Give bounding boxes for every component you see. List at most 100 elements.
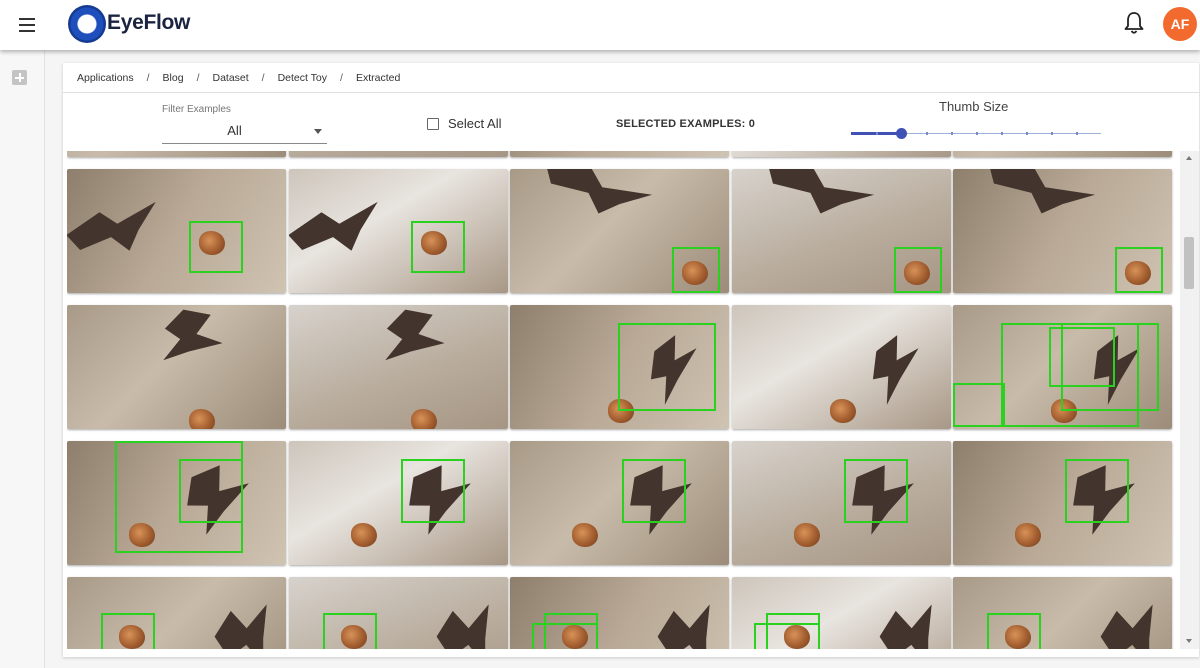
- example-thumbnail[interactable]: [953, 151, 1172, 157]
- bell-icon[interactable]: [1122, 10, 1146, 36]
- slider-thumb[interactable]: [896, 128, 907, 139]
- scroll-down-arrow-icon[interactable]: [1186, 639, 1192, 643]
- toy-shape: [1015, 523, 1041, 547]
- slider-step-mark: [1076, 132, 1078, 135]
- example-thumbnail[interactable]: [288, 305, 508, 429]
- bounding-box: [410, 221, 465, 273]
- thumbnail-image: [953, 441, 1172, 565]
- example-thumbnail[interactable]: [67, 441, 286, 565]
- bounding-box: [622, 459, 686, 523]
- example-thumbnail[interactable]: [953, 305, 1172, 429]
- thumbnail-image: [510, 441, 729, 565]
- bounding-box: [101, 613, 155, 649]
- thumbnail-image: [953, 151, 1172, 157]
- breadcrumb-applications[interactable]: Applications: [77, 72, 134, 84]
- filter-examples-select[interactable]: All: [162, 119, 327, 144]
- breadcrumb: Applications / Blog / Dataset / Detect Toy / Ext…: [77, 72, 400, 84]
- bounding-box: [672, 247, 720, 293]
- breadcrumb-separator: /: [261, 72, 265, 84]
- toy-shape: [572, 523, 598, 547]
- slider-step-mark: [926, 132, 928, 135]
- example-thumbnail[interactable]: [953, 577, 1172, 649]
- bounding-box: [1065, 459, 1129, 523]
- example-thumbnail[interactable]: [731, 577, 951, 649]
- bounding-box: [532, 623, 598, 649]
- toy-shape: [410, 409, 437, 429]
- thumbnail-image: [288, 151, 508, 157]
- dataset-panel: Applications / Blog / Dataset / Detect Toy / Ext…: [63, 63, 1199, 657]
- bounding-box: [322, 613, 377, 649]
- slider-step-mark: [1001, 132, 1003, 135]
- left-sidebar: [0, 50, 45, 668]
- example-thumbnail[interactable]: [731, 169, 951, 293]
- thumbnail-image: [288, 441, 508, 565]
- thumbnail-image: [731, 151, 951, 157]
- example-thumbnail[interactable]: [67, 305, 286, 429]
- toy-shape: [350, 523, 377, 547]
- example-thumbnail[interactable]: [731, 305, 951, 429]
- slider-step-mark: [1051, 132, 1053, 135]
- thumbnail-image: [731, 441, 951, 565]
- example-thumbnail[interactable]: [510, 169, 729, 293]
- example-thumbnail[interactable]: [288, 441, 508, 565]
- eyeflow-logo-icon[interactable]: [68, 5, 106, 43]
- slider-step-mark: [976, 132, 978, 135]
- thumb-size-slider[interactable]: [851, 126, 1101, 142]
- breadcrumb-detect-toy[interactable]: Detect Toy: [278, 72, 327, 84]
- select-all-label[interactable]: Select All: [448, 116, 501, 131]
- image-grid: [67, 151, 1180, 649]
- breadcrumb-separator: /: [196, 72, 200, 84]
- example-thumbnail[interactable]: [953, 441, 1172, 565]
- breadcrumb-separator: /: [340, 72, 343, 84]
- filter-examples-label: Filter Examples: [162, 104, 231, 115]
- breadcrumb-dataset[interactable]: Dataset: [212, 72, 248, 84]
- example-thumbnail[interactable]: [67, 151, 286, 157]
- add-icon[interactable]: [12, 70, 27, 85]
- example-thumbnail[interactable]: [510, 441, 729, 565]
- bounding-box: [753, 623, 820, 649]
- bounding-box: [115, 441, 243, 553]
- bounding-box: [618, 323, 716, 411]
- breadcrumb-extracted: Extracted: [355, 72, 401, 84]
- example-thumbnail[interactable]: [67, 169, 286, 293]
- example-thumbnail[interactable]: [288, 169, 508, 293]
- slider-step-mark: [951, 132, 953, 135]
- example-thumbnail[interactable]: [731, 151, 951, 157]
- bounding-box: [1049, 327, 1115, 387]
- bounding-box: [893, 247, 942, 293]
- slider-step-mark: [1026, 132, 1028, 135]
- toy-shape: [189, 409, 215, 429]
- example-thumbnail[interactable]: [288, 577, 508, 649]
- app-bar: EyeFlow AF: [0, 0, 1200, 50]
- bounding-box: [400, 459, 465, 523]
- grid-scrollbar[interactable]: [1180, 151, 1199, 649]
- bounding-box: [843, 459, 908, 523]
- app-brand[interactable]: EyeFlow: [107, 11, 190, 35]
- example-thumbnail[interactable]: [67, 577, 286, 649]
- thumbnail-image: [67, 151, 286, 157]
- breadcrumb-separator: /: [146, 72, 150, 84]
- example-thumbnail[interactable]: [510, 305, 729, 429]
- thumbnail-image: [510, 151, 729, 157]
- example-thumbnail[interactable]: [510, 577, 729, 649]
- selected-examples-count: SELECTED EXAMPLES: 0: [616, 118, 756, 130]
- dropdown-arrow-icon: [314, 129, 322, 134]
- toy-shape: [829, 399, 856, 423]
- thumb-size-label: Thumb Size: [939, 99, 1009, 114]
- select-all-checkbox[interactable]: [427, 118, 439, 130]
- bounding-box: [953, 383, 1005, 427]
- breadcrumb-divider: [63, 92, 1199, 93]
- slider-step-mark: [876, 132, 878, 135]
- scroll-up-arrow-icon[interactable]: [1186, 156, 1192, 160]
- example-thumbnail[interactable]: [731, 441, 951, 565]
- breadcrumb-blog[interactable]: Blog: [163, 72, 184, 84]
- example-thumbnail[interactable]: [288, 151, 508, 157]
- user-avatar[interactable]: AF: [1163, 7, 1197, 41]
- menu-icon[interactable]: [14, 13, 40, 37]
- example-thumbnail[interactable]: [953, 169, 1172, 293]
- filter-examples-value: All: [227, 123, 242, 138]
- bounding-box: [189, 221, 243, 273]
- scroll-thumb[interactable]: [1184, 237, 1194, 289]
- example-thumbnail[interactable]: [510, 151, 729, 157]
- bounding-box: [987, 613, 1041, 649]
